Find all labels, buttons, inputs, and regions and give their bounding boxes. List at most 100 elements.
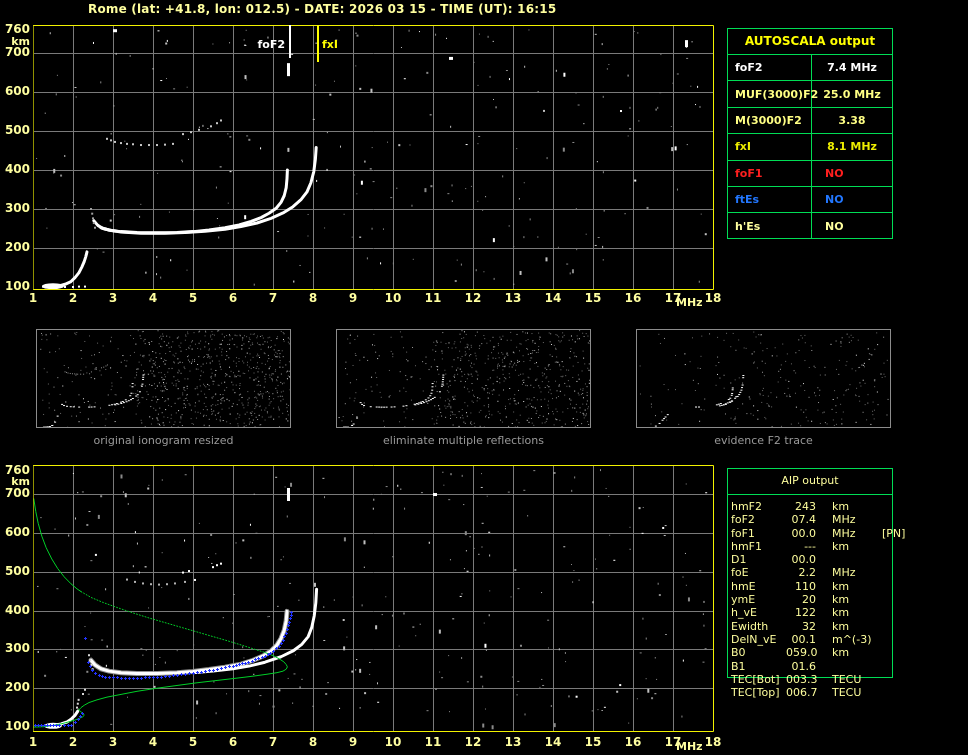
thumbnail-eliminate-caption: eliminate multiple reflections [383, 434, 544, 447]
x-tick-label: 11 [424, 291, 442, 305]
autoscala-app: Rome (lat: +41.8, lon: 012.5) - DATE: 20… [0, 0, 968, 755]
autoscala-table-header: AUTOSCALA output [728, 29, 892, 55]
fof2-marker-label: foF2 [257, 38, 285, 51]
aip-name: foF1 [731, 526, 755, 540]
aip-output-table: hmF2 243 km foF2 07.4 MHz foF1 00.0 MHz [PN] hmF1 -… [731, 500, 905, 700]
x-tick-label: 10 [384, 291, 402, 305]
aip-name: ymE [731, 593, 756, 607]
aip-unit: km [832, 606, 850, 620]
thumbnail-original-canvas [37, 330, 290, 427]
aip-table-header: AIP output [781, 474, 839, 487]
x-tick-label: 12 [464, 291, 482, 305]
aip-name: hmE [731, 579, 756, 593]
aip-row: D1 00.0 [731, 553, 901, 566]
aip-unit: MHz [832, 526, 856, 540]
aip-value: 110 [795, 579, 816, 593]
autoscala-row: h'Es NO [728, 213, 892, 239]
x-tick-label: 3 [108, 735, 118, 749]
y-tick-label: 500 [4, 123, 30, 137]
x-tick-label: 12 [464, 735, 482, 749]
aip-unit: MHz [832, 513, 856, 527]
y-tick-label: 300 [4, 201, 30, 215]
autoscala-parameter-value: 3.38 [838, 113, 866, 127]
x-tick-label: 15 [584, 735, 602, 749]
autoscala-row: M(3000)F2 3.38 [728, 107, 892, 135]
aip-row: hmF1 --- km [731, 540, 901, 553]
aip-row: Ewidth 32 km [731, 620, 901, 633]
x-tick-label: 9 [348, 735, 358, 749]
aip-row: B1 01.6 [731, 660, 901, 673]
x-tick-label: 1 [28, 735, 38, 749]
aip-row: ymE 20 km [731, 593, 901, 606]
x-tick-label: 5 [188, 735, 198, 749]
aip-unit: km [832, 619, 850, 633]
autoscala-parameter-value: 8.1 MHz [827, 140, 877, 154]
y-tick-label: 100 [4, 279, 30, 293]
x-tick-label: 13 [504, 291, 522, 305]
aip-row: foE 2.2 MHz [731, 566, 901, 579]
fof2-marker-line [289, 25, 291, 58]
aip-row: DelN_vE 00.1 m^(-3) [731, 633, 901, 646]
autoscala-parameter-label: foF1 [728, 160, 812, 186]
aip-value: --- [804, 539, 816, 553]
autoscala-parameter-value: NO [825, 193, 844, 207]
aip-value: 20 [802, 593, 816, 607]
aip-name: h_vE [731, 606, 757, 620]
x-axis-unit-mhz: MHz [676, 296, 703, 309]
thumbnail-eliminate-reflections [336, 329, 591, 428]
autoscala-parameter-label: fxI [728, 134, 812, 160]
x-tick-label: 9 [348, 291, 358, 305]
autoscala-row: foF2 7.4 MHz [728, 55, 892, 82]
autoscala-parameter-value: 7.4 MHz [827, 61, 877, 75]
autoscala-parameter-label: foF2 [728, 55, 812, 81]
bottom-ionogram-canvas [33, 465, 714, 733]
aip-value: 01.6 [791, 659, 817, 673]
x-tick-label: 2 [68, 291, 78, 305]
aip-unit: MHz [832, 566, 856, 580]
aip-unit: km [832, 579, 850, 593]
aip-name: B1 [731, 659, 746, 673]
x-tick-label: 1 [28, 291, 38, 305]
x-tick-label: 7 [268, 735, 278, 749]
autoscala-parameter-value: NO [825, 166, 844, 180]
x-tick-label: 13 [504, 735, 522, 749]
x-tick-label: 4 [148, 291, 158, 305]
x-tick-label: 6 [228, 291, 238, 305]
x-tick-label: 14 [544, 735, 562, 749]
y-tick-label: 400 [4, 602, 30, 617]
aip-name: TEC[Top] [731, 686, 780, 700]
y-axis-unit-km: km [11, 35, 30, 48]
x-tick-label: 4 [148, 735, 158, 749]
fxi-marker-label: fxI [322, 38, 338, 51]
y-tick-label: 700 [4, 486, 30, 501]
thumbnail-original-ionogram [36, 329, 291, 428]
aip-unit: TECU [832, 686, 862, 700]
aip-unit: km [832, 539, 850, 553]
y-tick-label: 400 [4, 162, 30, 176]
autoscala-parameter-label: ftEs [728, 186, 812, 213]
aip-header-divider [727, 494, 893, 495]
autoscala-row: fxI 8.1 MHz [728, 134, 892, 161]
thumbnail-original-caption: original ionogram resized [93, 434, 234, 447]
x-tick-label: 5 [188, 291, 198, 305]
aip-name: DelN_vE [731, 632, 777, 646]
autoscala-row: ftEs NO [728, 186, 892, 214]
autoscala-row: MUF(3000)F2 25.0 MHz [728, 81, 892, 108]
aip-value: 07.4 [791, 513, 817, 527]
aip-value: 00.0 [791, 553, 817, 567]
aip-name: Ewidth [731, 619, 769, 633]
aip-name: foF2 [731, 513, 755, 527]
aip-value: 00.1 [791, 632, 817, 646]
aip-row: foF2 07.4 MHz [731, 513, 901, 526]
aip-row: TEC[Bot] 003.3 TECU [731, 673, 901, 686]
aip-value: 243 [795, 500, 816, 513]
aip-unit: m^(-3) [832, 632, 872, 646]
y-tick-label: 500 [4, 563, 30, 578]
thumbnail-evidence-caption: evidence F2 trace [714, 434, 813, 447]
x-axis-unit-mhz: MHz [676, 740, 703, 753]
aip-value: 2.2 [798, 566, 817, 580]
aip-name: hmF1 [731, 539, 763, 553]
autoscala-parameter-label: MUF(3000)F2 [728, 81, 818, 107]
aip-value: 006.7 [786, 686, 818, 700]
y-tick-label: 760 [4, 21, 30, 36]
